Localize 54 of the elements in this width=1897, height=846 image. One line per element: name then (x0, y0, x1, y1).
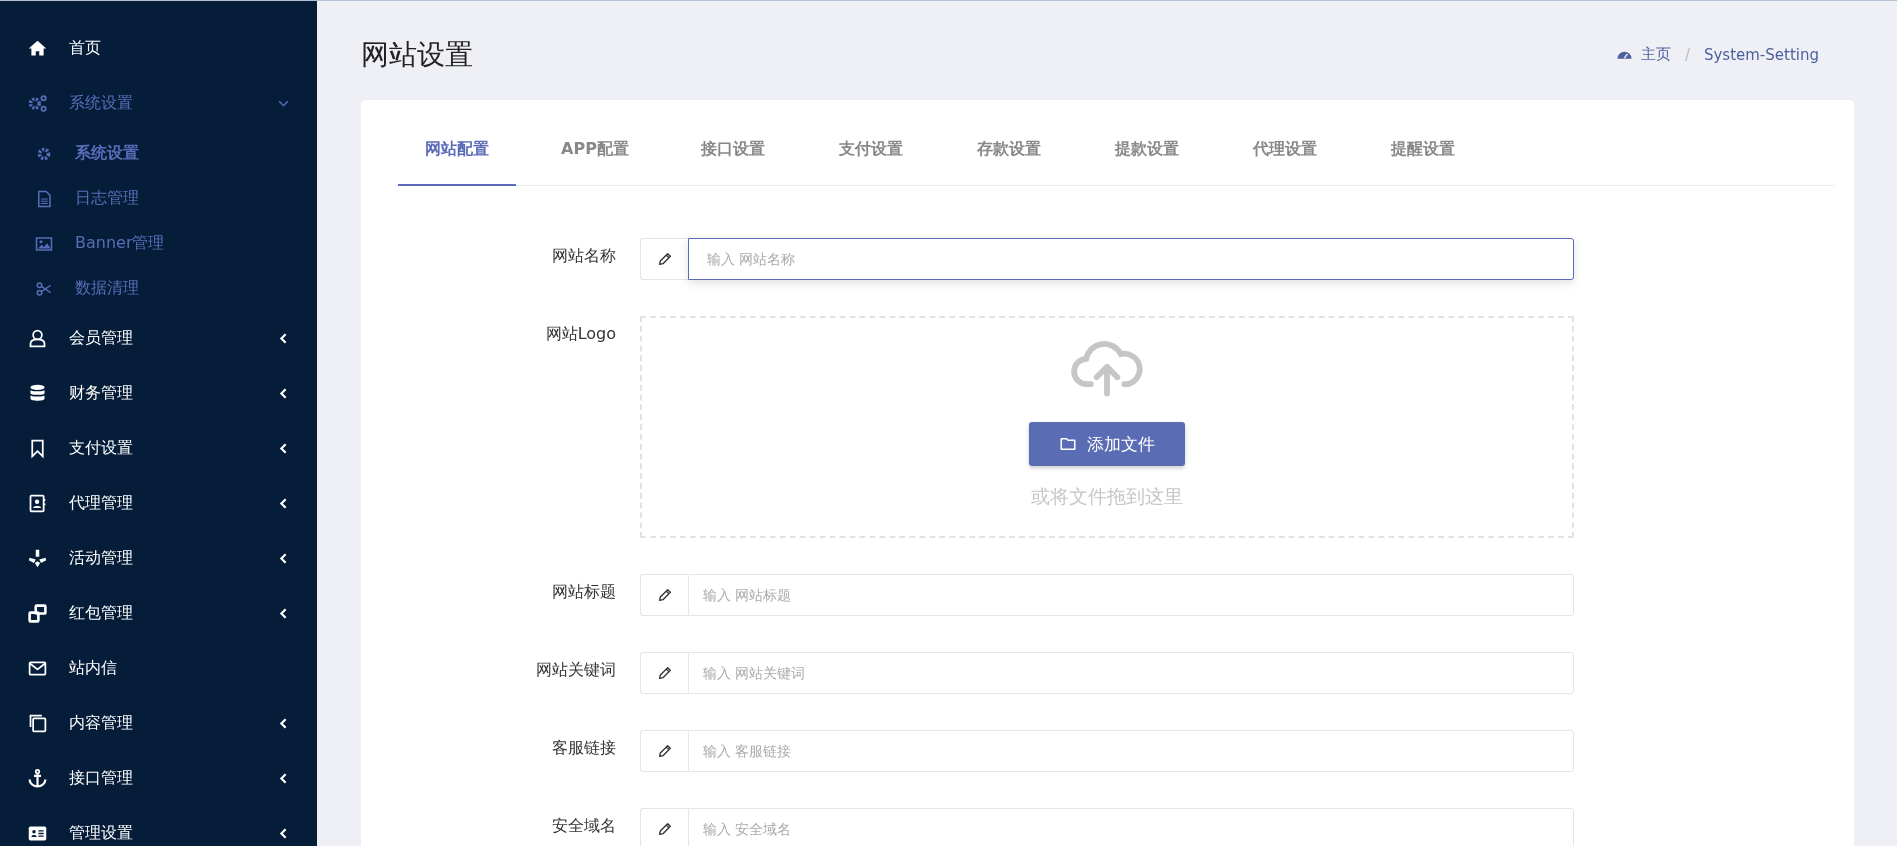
nav-item[interactable]: 支付设置 (0, 421, 317, 476)
document-icon (35, 189, 53, 208)
field-label: 网站关键词 (535, 659, 616, 681)
user-icon (27, 328, 48, 349)
copy-icon (27, 713, 48, 734)
field-label: 客服链接 (551, 737, 616, 759)
scissors-icon (35, 279, 53, 298)
nav-item[interactable]: 代理管理 (0, 476, 317, 531)
add-file-button[interactable]: 添加文件 (1029, 422, 1185, 466)
page-title: 网站设置 (361, 36, 473, 73)
submenu-item[interactable]: 系统设置 (0, 131, 317, 176)
tab[interactable]: 存款设置 (950, 112, 1068, 186)
anchor-icon (27, 768, 48, 789)
pencil-icon (656, 743, 673, 759)
submenu-item[interactable]: Banner管理 (0, 221, 317, 266)
tab[interactable]: 支付设置 (812, 112, 930, 186)
tab[interactable]: 提醒设置 (1364, 112, 1482, 186)
nav-item[interactable]: 管理设置 (0, 806, 317, 846)
tab[interactable]: 代理设置 (1226, 112, 1344, 186)
tab[interactable]: 接口设置 (674, 112, 792, 186)
breadcrumb-current: System-Setting (1703, 45, 1819, 64)
nav-item[interactable]: 站内信 (0, 641, 317, 696)
field-label: 网站名称 (551, 245, 616, 267)
tab[interactable]: 提款设置 (1088, 112, 1206, 186)
nav-item[interactable]: 内容管理 (0, 696, 317, 751)
pencil-icon (656, 665, 673, 681)
drop-zone[interactable]: 添加文件 或将文件拖到这里 (640, 316, 1574, 538)
home-icon (27, 38, 48, 59)
nav-item[interactable]: 财务管理 (0, 366, 317, 421)
field-label: 网站Logo (544, 323, 616, 345)
field-label: 网站标题 (551, 581, 616, 603)
submenu-item[interactable]: 日志管理 (0, 176, 317, 221)
text-field[interactable]: 输入 网站名称 (688, 238, 1574, 280)
nav-item[interactable]: 接口管理 (0, 751, 317, 806)
field-label: 安全域名 (551, 815, 616, 837)
drop-hint: 或将文件拖到这里 (1031, 484, 1183, 509)
submenu-item[interactable]: 数据清理 (0, 266, 317, 311)
folder-icon (1059, 435, 1077, 453)
breadcrumb-separator: / (1684, 45, 1690, 64)
nav-item[interactable]: 系统设置 (0, 76, 317, 131)
tab[interactable]: 网站配置 (398, 112, 516, 186)
pencil-icon (656, 821, 673, 837)
contact-card-icon (27, 493, 48, 514)
cloud-upload-icon (1070, 338, 1144, 398)
pencil-icon (656, 251, 673, 267)
nav-item[interactable]: 红包管理 (0, 586, 317, 641)
squares-icon (27, 603, 48, 624)
nav-item[interactable]: 活动管理 (0, 531, 317, 586)
image-icon (35, 234, 53, 253)
nav-item[interactable]: 首页 (0, 21, 317, 76)
tab[interactable]: APP配置 (536, 112, 654, 186)
nav-item[interactable]: 会员管理 (0, 311, 317, 366)
pencil-icon (656, 587, 673, 603)
breadcrumb-link[interactable]: 主页 (1640, 45, 1671, 64)
